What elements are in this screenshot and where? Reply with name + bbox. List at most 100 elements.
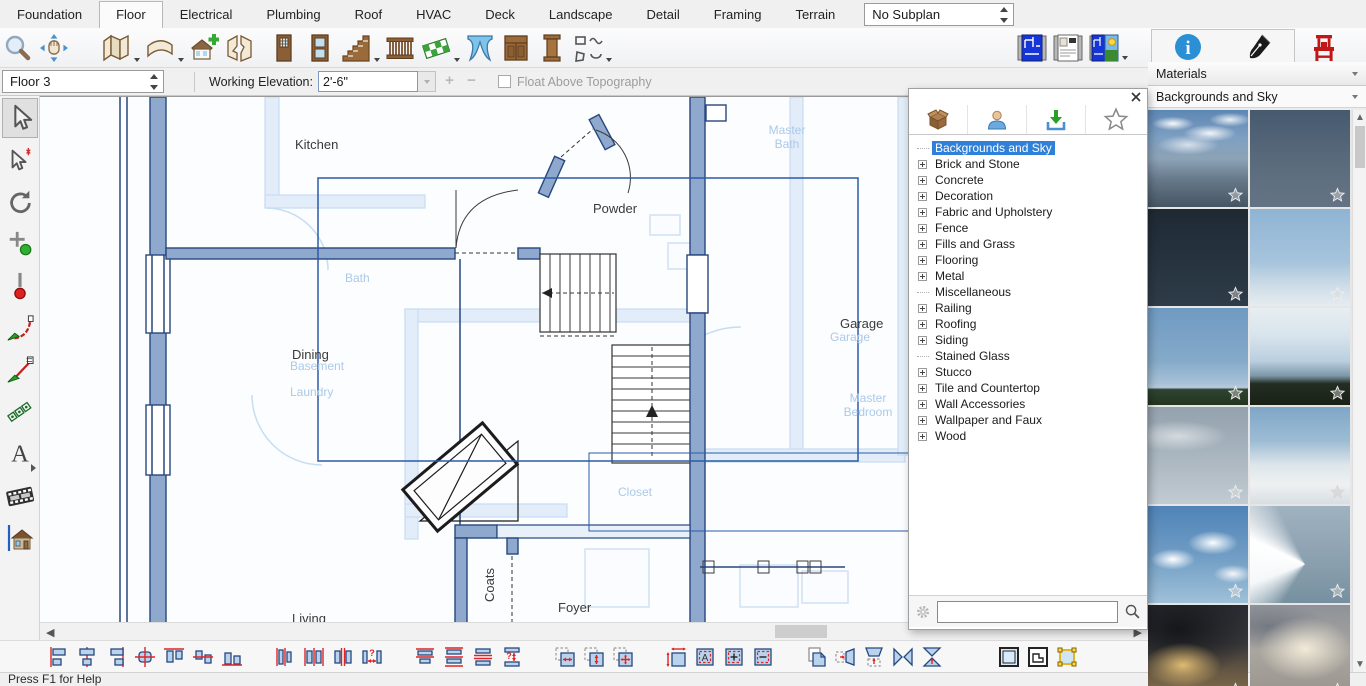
pan-icon[interactable] [37,31,71,65]
tree-item-label[interactable]: Flooring [932,253,981,267]
tree-item-label[interactable]: Roofing [932,317,979,331]
set-horizontal-spacing-icon[interactable]: ? [360,645,384,669]
curved-wall-icon[interactable] [143,31,177,65]
favorite-star-icon[interactable] [1227,583,1244,600]
window-icon[interactable] [303,31,337,65]
favorite-star-icon[interactable] [1329,484,1346,501]
select-region-icon[interactable] [997,645,1021,669]
distribute-vertically-icon[interactable] [442,645,466,669]
tree-item[interactable]: Siding [915,332,1147,348]
library-title-bar[interactable] [909,89,1147,105]
stairs-dropdown-icon[interactable] [374,58,380,62]
floor-material-dropdown-icon[interactable] [454,58,460,62]
tab-electrical[interactable]: Electrical [163,1,250,28]
align-object-center-vertical-icon[interactable] [75,645,99,669]
resize-object-icon[interactable] [664,645,688,669]
library-search-input[interactable] [937,601,1118,623]
tree-item[interactable]: Fence [915,220,1147,236]
material-thumbnail[interactable] [1250,110,1350,207]
favorite-star-icon[interactable] [1227,484,1244,501]
build-house-icon[interactable] [187,31,221,65]
favorite-star-icon[interactable] [1329,187,1346,204]
scene-view-icon[interactable] [1087,31,1121,65]
tab-hvac[interactable]: HVAC [399,1,468,28]
favorite-star-icon[interactable] [1227,385,1244,402]
sprinkler-tool-icon[interactable] [2,392,38,432]
material-thumbnail[interactable] [1250,209,1350,306]
expand-icon[interactable] [918,192,927,201]
tree-item[interactable]: Metal [915,268,1147,284]
library-people-tab-icon[interactable] [968,105,1027,134]
tree-item-label[interactable]: Tile and Countertop [932,381,1043,395]
material-thumbnail[interactable] [1250,407,1350,504]
category-dropdown-icon[interactable] [1352,95,1358,99]
tree-item[interactable]: Tile and Countertop [915,380,1147,396]
distribute-space-vertically-icon[interactable] [471,645,495,669]
material-thumbnail[interactable] [1250,506,1350,603]
tree-item-label[interactable]: Fence [932,221,971,235]
tree-item-label[interactable]: Wall Accessories [932,397,1028,411]
material-thumbnail[interactable] [1148,506,1248,603]
text-tool-icon[interactable]: A [2,434,38,474]
expand-icon[interactable] [918,384,927,393]
elevation-decrease-button[interactable]: − [463,73,480,90]
draw-wall-angle-tool-icon[interactable] [2,350,38,390]
material-thumbnail[interactable] [1148,407,1248,504]
materials-category-header[interactable]: Backgrounds and Sky [1148,86,1366,108]
expand-icon[interactable] [918,400,927,409]
scroll-down-icon[interactable]: ▼ [1355,659,1365,670]
shrink-object-icon[interactable] [751,645,775,669]
tree-item[interactable]: Miscellaneous [915,284,1147,300]
expand-icon[interactable] [918,272,927,281]
favorite-star-icon[interactable] [1329,385,1346,402]
tab-deck[interactable]: Deck [468,1,532,28]
copy-object-icon[interactable] [804,645,828,669]
library-panel-icon[interactable] [1298,29,1350,66]
reflect-vertically-icon[interactable] [862,645,886,669]
cabinet-icon[interactable] [499,31,533,65]
favorite-star-icon[interactable] [1329,583,1346,600]
tab-foundation[interactable]: Foundation [0,1,99,28]
gear-icon[interactable] [915,604,931,620]
scrollbar-thumb[interactable] [775,625,827,638]
material-thumbnail[interactable] [1250,308,1350,405]
distribute-horizontally-icon[interactable] [302,645,326,669]
tree-item[interactable]: Backgrounds and Sky [915,140,1147,156]
elevation-increase-button[interactable]: + [441,73,458,90]
tree-item[interactable]: Stained Glass [915,348,1147,364]
tree-item-label[interactable]: Stained Glass [932,349,1013,363]
tree-item[interactable]: Brick and Stone [915,156,1147,172]
move-horizontally-icon[interactable] [553,645,577,669]
enlarge-object-icon[interactable] [722,645,746,669]
edit-region-icon[interactable] [1026,645,1050,669]
door-icon[interactable] [267,31,301,65]
tree-item[interactable]: Wallpaper and Faux [915,412,1147,428]
float-above-topography-checkbox[interactable] [498,75,511,88]
break-wall-icon[interactable] [223,31,257,65]
library-downloads-tab-icon[interactable] [1027,105,1086,134]
railing-icon[interactable] [383,31,417,65]
shapes-icon[interactable] [571,31,605,65]
expand-icon[interactable] [918,240,927,249]
scroll-left-icon[interactable]: ◀ [46,626,54,639]
working-elevation-input[interactable] [318,71,418,92]
tab-detail[interactable]: Detail [630,1,697,28]
expand-icon[interactable] [918,208,927,217]
tree-item-label[interactable]: Wallpaper and Faux [932,413,1045,427]
align-object-right-icon[interactable] [104,645,128,669]
draw-line-tool-icon[interactable] [2,266,38,306]
tree-item[interactable]: Decoration [915,188,1147,204]
align-object-middle-icon[interactable] [191,645,215,669]
align-object-bottom-icon[interactable] [220,645,244,669]
tree-item-label[interactable]: Siding [932,333,971,347]
subplan-spinner[interactable] [1000,7,1009,23]
plan-view-icon[interactable] [1015,31,1049,65]
material-thumbnail[interactable] [1148,308,1248,405]
close-icon[interactable] [1129,91,1143,103]
favorite-star-icon[interactable] [1329,286,1346,303]
align-object-left-icon[interactable] [46,645,70,669]
tree-item[interactable]: Railing [915,300,1147,316]
reflect-horizontally-icon[interactable] [833,645,857,669]
favorite-star-icon[interactable] [1329,682,1346,686]
column-icon[interactable] [535,31,569,65]
